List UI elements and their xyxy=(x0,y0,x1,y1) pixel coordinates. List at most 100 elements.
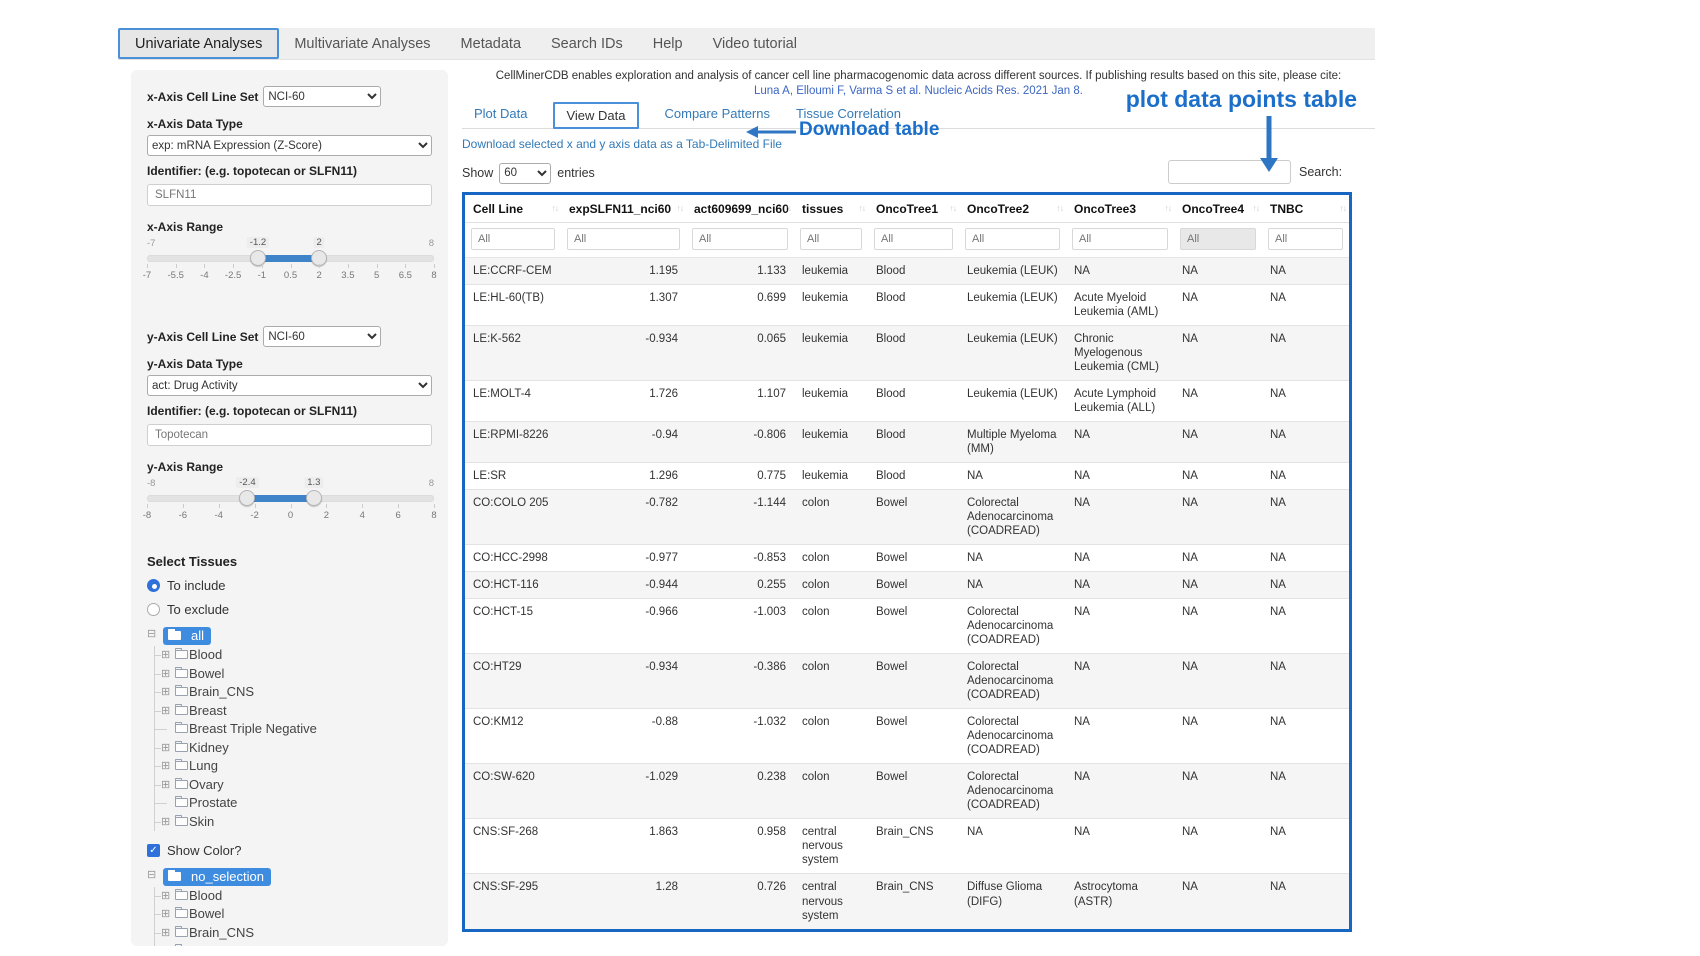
tree-item-brain-cns[interactable]: ⊞Brain_CNS xyxy=(155,683,432,702)
filter-input-tissues[interactable] xyxy=(800,228,862,250)
table-row[interactable]: CO:HCT-15-0.966-1.003colonBowelColorecta… xyxy=(465,599,1349,654)
table-row[interactable]: CO:HCT-116-0.9440.255colonBowelNANANANA xyxy=(465,572,1349,599)
tree-root-no-selection[interactable]: ⊟no_selection xyxy=(147,868,432,887)
column-header-oncotree1[interactable]: OncoTree1↑↓ xyxy=(868,195,959,223)
expand-icon[interactable]: ⊞ xyxy=(161,757,170,776)
tree-item-breast[interactable]: ⊞Breast xyxy=(155,702,432,721)
expand-icon[interactable]: ⊞ xyxy=(161,702,170,721)
nav-tab-search-ids[interactable]: Search IDs xyxy=(536,28,638,59)
filter-input-oncotree1[interactable] xyxy=(874,228,953,250)
y-axis-identifier-input[interactable] xyxy=(147,424,432,446)
slider-track[interactable] xyxy=(147,495,434,502)
show-color-option[interactable]: ✓ Show Color? xyxy=(147,843,432,858)
column-header-tissues[interactable]: tissues↑↓ xyxy=(794,195,868,223)
table-row[interactable]: LE:SR1.2960.775leukemiaBloodNANANANA xyxy=(465,463,1349,490)
nav-tab-video-tutorial[interactable]: Video tutorial xyxy=(698,28,812,59)
tree-item-brain-cns[interactable]: ⊞Brain_CNS xyxy=(155,924,432,943)
cell-tissues: central nervous system xyxy=(794,819,868,874)
column-header-oncotree3[interactable]: OncoTree3↑↓ xyxy=(1066,195,1174,223)
table-row[interactable]: LE:K-562-0.9340.065leukemiaBloodLeukemia… xyxy=(465,326,1349,381)
expand-icon[interactable]: ⊞ xyxy=(161,665,170,684)
expand-icon[interactable]: ⊞ xyxy=(161,813,170,832)
table-row[interactable]: CO:SW-620-1.0290.238colonBowelColorectal… xyxy=(465,764,1349,819)
x-axis-range-slider[interactable]: -78-1.22-7-5.5-4-2.5-10.523.556.58 xyxy=(147,238,434,286)
tissues-exclude-option[interactable]: To exclude xyxy=(147,602,432,617)
collapse-icon[interactable]: ⊟ xyxy=(147,627,156,640)
column-header-oncotree4[interactable]: OncoTree4↑↓ xyxy=(1174,195,1262,223)
tab-plot-data[interactable]: Plot Data xyxy=(474,106,527,121)
filter-input-act609699-nci60[interactable] xyxy=(692,228,788,250)
sort-icon[interactable]: ↑↓ xyxy=(950,203,957,213)
expand-icon[interactable]: ⊞ xyxy=(161,924,170,943)
tree-item-skin[interactable]: ⊞Skin xyxy=(155,813,432,831)
tree-item-lung[interactable]: ⊞Lung xyxy=(155,757,432,776)
expand-icon[interactable]: ⊞ xyxy=(161,776,170,795)
sort-icon[interactable]: ↑↓ xyxy=(1253,203,1260,213)
table-row[interactable]: LE:HL-60(TB)1.3070.699leukemiaBloodLeuke… xyxy=(465,285,1349,326)
nav-tab-help[interactable]: Help xyxy=(638,28,698,59)
expand-icon[interactable]: ⊞ xyxy=(161,646,170,665)
expand-icon[interactable]: ⊞ xyxy=(161,905,170,924)
y-axis-cell-line-set-select[interactable]: NCI-60 xyxy=(263,326,381,347)
nav-tab-univariate-analyses[interactable]: Univariate Analyses xyxy=(118,28,279,59)
filter-input-tnbc[interactable] xyxy=(1268,228,1343,250)
filter-input-oncotree4[interactable] xyxy=(1180,228,1256,250)
expand-icon[interactable]: ⊞ xyxy=(161,683,170,702)
filter-input-cell-line[interactable] xyxy=(471,228,555,250)
sort-icon[interactable]: ↑↓ xyxy=(859,203,866,213)
column-header-expslfn11-nci60[interactable]: expSLFN11_nci60↑↓ xyxy=(561,195,686,223)
tree-root-all[interactable]: ⊟all xyxy=(147,627,432,646)
collapse-icon[interactable]: ⊟ xyxy=(147,868,156,881)
entries-select[interactable]: 60 xyxy=(499,163,551,184)
tab-view-data[interactable]: View Data xyxy=(553,102,638,129)
table-row[interactable]: CO:KM12-0.88-1.032colonBowelColorectal A… xyxy=(465,709,1349,764)
sort-icon[interactable]: ↑↓ xyxy=(1165,203,1172,213)
sort-icon[interactable]: ↑↓ xyxy=(1340,203,1347,213)
tissues-include-option[interactable]: To include xyxy=(147,578,432,593)
table-row[interactable]: CNS:SF-2951.280.726central nervous syste… xyxy=(465,874,1349,929)
show-color-checkbox[interactable]: ✓ xyxy=(147,844,160,857)
tree-item-bowel[interactable]: ⊞Bowel xyxy=(155,665,432,684)
tree-item-kidney[interactable]: ⊞Kidney xyxy=(155,739,432,758)
table-row[interactable]: LE:RPMI-8226-0.94-0.806leukemiaBloodMult… xyxy=(465,422,1349,463)
table-row[interactable]: CO:HT29-0.934-0.386colonBowelColorectal … xyxy=(465,654,1349,709)
tab-compare-patterns[interactable]: Compare Patterns xyxy=(665,106,771,121)
column-header-act609699-nci60[interactable]: act609699_nci60↑↓ xyxy=(686,195,794,223)
include-radio[interactable] xyxy=(147,579,160,592)
filter-input-expslfn11-nci60[interactable] xyxy=(567,228,680,250)
y-axis-data-type-select[interactable]: act: Drug Activity xyxy=(147,375,432,396)
expand-icon[interactable]: ⊞ xyxy=(161,739,170,758)
table-row[interactable]: CO:HCC-2998-0.977-0.853colonBowelNANANAN… xyxy=(465,545,1349,572)
sort-icon[interactable]: ↑↓ xyxy=(552,203,559,213)
exclude-radio[interactable] xyxy=(147,603,160,616)
expand-icon[interactable]: ⊞ xyxy=(161,887,170,906)
filter-input-oncotree3[interactable] xyxy=(1072,228,1168,250)
x-axis-data-type-select[interactable]: exp: mRNA Expression (Z-Score) xyxy=(147,135,432,156)
column-header-tnbc[interactable]: TNBC↑↓ xyxy=(1262,195,1349,223)
table-row[interactable]: CNS:SF-2681.8630.958central nervous syst… xyxy=(465,819,1349,874)
table-row[interactable]: LE:CCRF-CEM1.1951.133leukemiaBloodLeukem… xyxy=(465,258,1349,285)
sort-icon[interactable]: ↑↓ xyxy=(785,203,792,213)
x-axis-cell-line-set-select[interactable]: NCI-60 xyxy=(263,86,381,107)
tree-item-prostate[interactable]: Prostate xyxy=(155,794,432,813)
slider-track[interactable] xyxy=(147,255,434,262)
tree-item-blood[interactable]: ⊞Blood xyxy=(155,646,432,665)
table-row[interactable]: CO:COLO 205-0.782-1.144colonBowelColorec… xyxy=(465,490,1349,545)
table-row[interactable]: LE:MOLT-41.7261.107leukemiaBloodLeukemia… xyxy=(465,381,1349,422)
expand-icon[interactable]: ⊞ xyxy=(161,942,170,946)
sort-icon[interactable]: ↑↓ xyxy=(677,203,684,213)
download-link[interactable]: Download selected x and y axis data as a… xyxy=(462,137,782,151)
column-header-cell-line[interactable]: Cell Line↑↓ xyxy=(465,195,561,223)
column-header-oncotree2[interactable]: OncoTree2↑↓ xyxy=(959,195,1066,223)
sort-icon[interactable]: ↑↓ xyxy=(1057,203,1064,213)
nav-tab-metadata[interactable]: Metadata xyxy=(446,28,536,59)
filter-input-oncotree2[interactable] xyxy=(965,228,1060,250)
tree-item-blood[interactable]: ⊞Blood xyxy=(155,887,432,906)
tree-item-bowel[interactable]: ⊞Bowel xyxy=(155,905,432,924)
tree-item-ovary[interactable]: ⊞Ovary xyxy=(155,776,432,795)
tree-item-breast[interactable]: ⊞Breast xyxy=(155,942,432,946)
y-axis-range-slider[interactable]: -88-2.41.3-8-6-4-202468 xyxy=(147,478,434,526)
nav-tab-multivariate-analyses[interactable]: Multivariate Analyses xyxy=(279,28,445,59)
tree-item-breast-triple-negative[interactable]: Breast Triple Negative xyxy=(155,720,432,739)
x-axis-identifier-input[interactable] xyxy=(147,184,432,206)
